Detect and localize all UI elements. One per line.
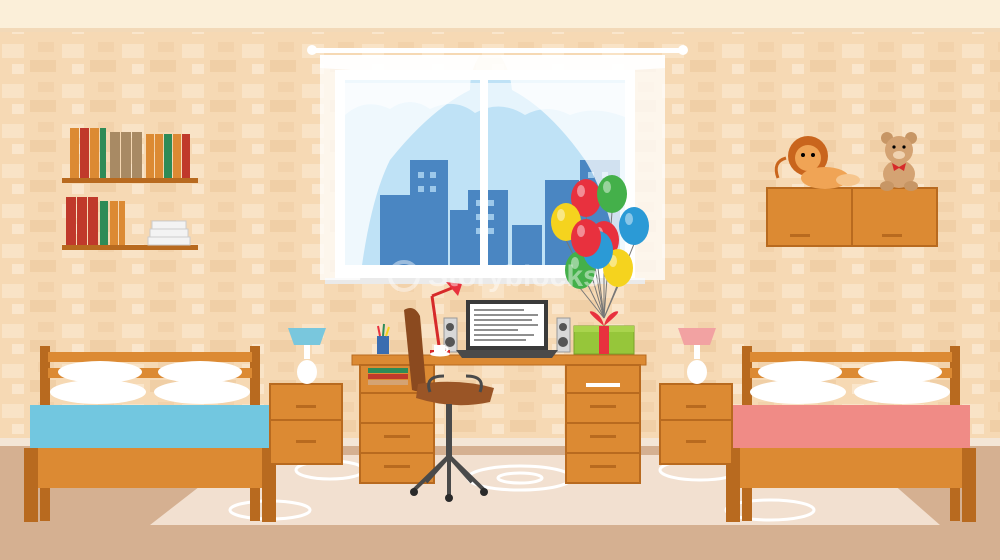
balloon bbox=[597, 175, 627, 213]
laptop bbox=[456, 300, 558, 358]
balloon-highlight bbox=[557, 209, 565, 221]
wall-cabinet bbox=[766, 187, 938, 247]
bookshelf-upper bbox=[62, 128, 198, 183]
balloon-highlight bbox=[577, 185, 585, 197]
balloon bbox=[571, 219, 601, 257]
bedroom-illustration: Storyblocks bbox=[0, 0, 1000, 560]
balloon-highlight bbox=[577, 225, 585, 237]
ceiling-molding bbox=[0, 0, 1000, 30]
balloon-highlight bbox=[625, 213, 633, 225]
nightstand-right bbox=[659, 383, 733, 465]
watermark-label: Storyblocks bbox=[428, 260, 600, 293]
bedroom-scene: Storyblocks bbox=[0, 0, 1000, 560]
nightstand-left bbox=[269, 383, 343, 465]
balloon-highlight bbox=[603, 181, 611, 193]
balloon bbox=[619, 207, 649, 245]
